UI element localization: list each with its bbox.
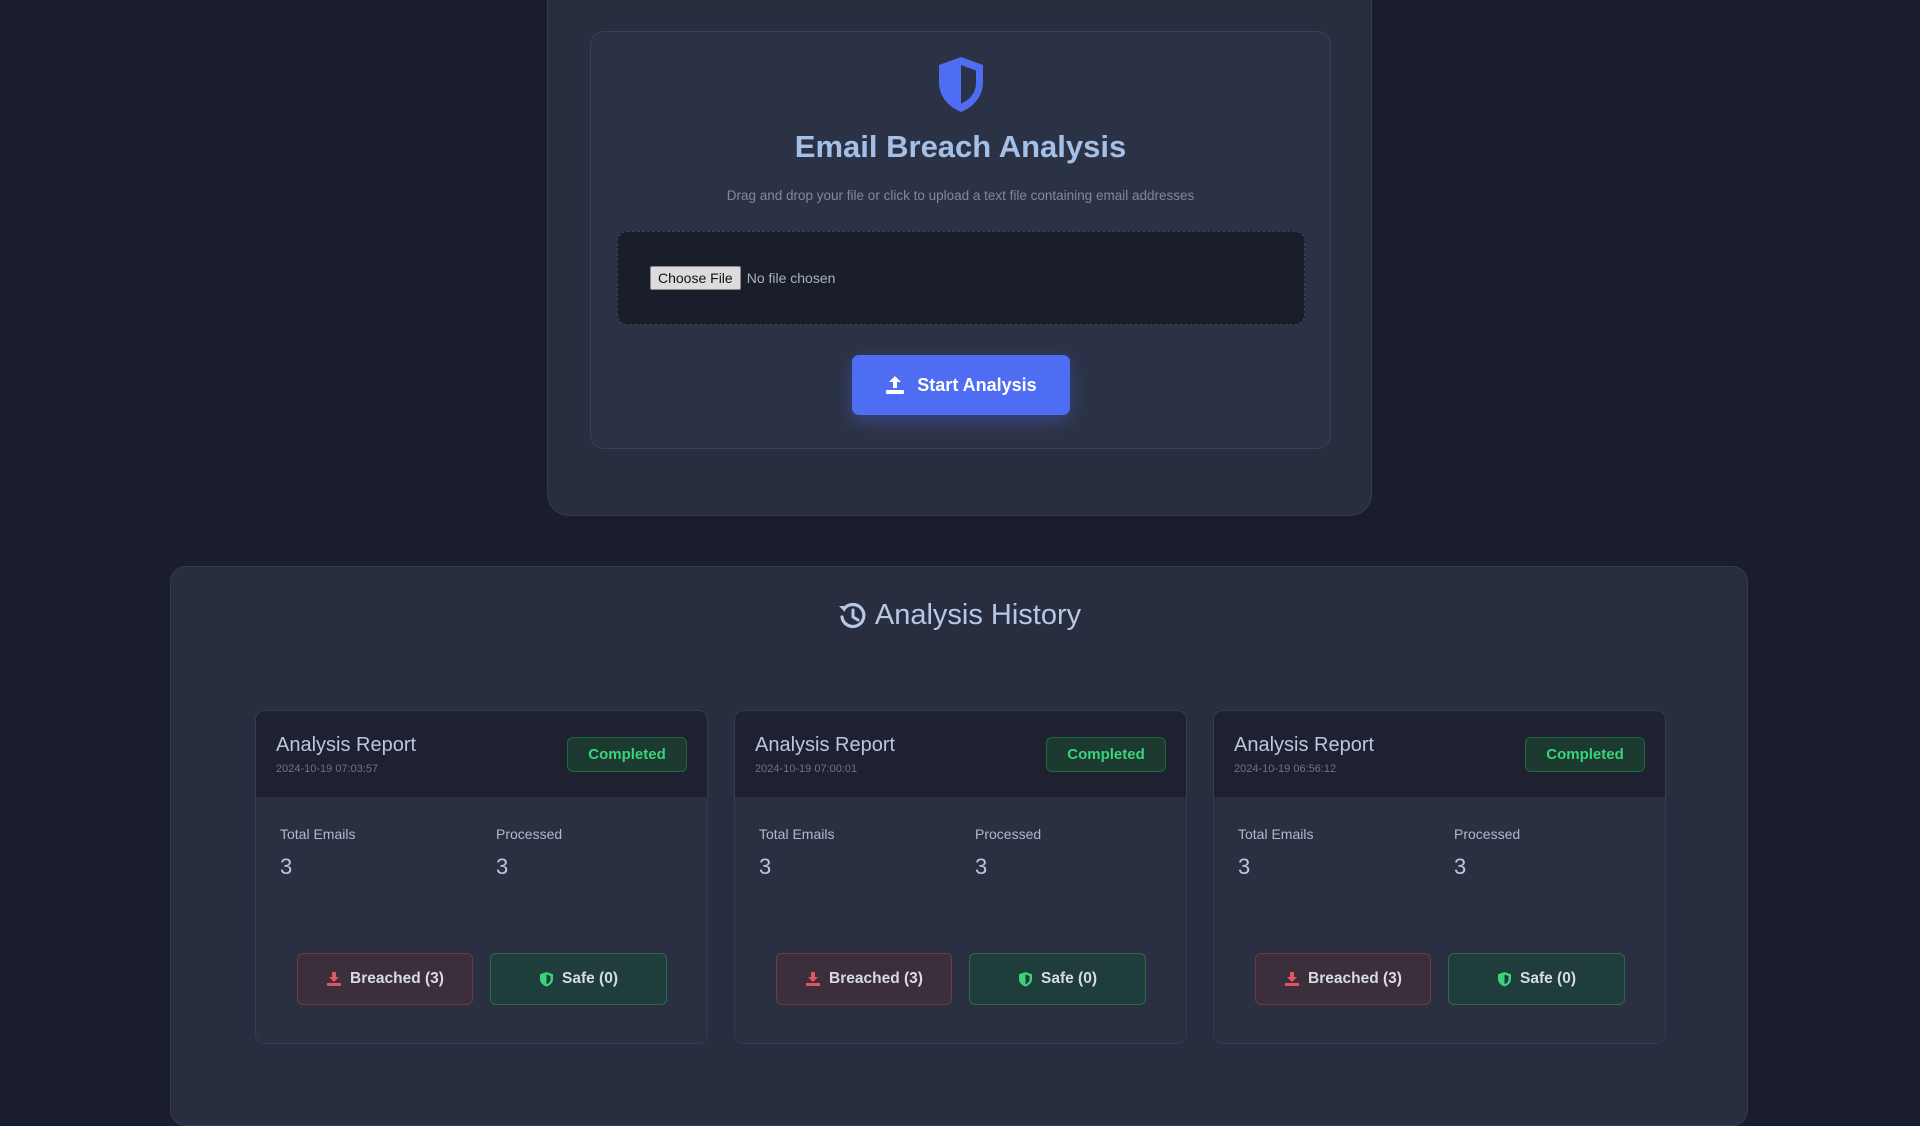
processed-label: Processed (975, 826, 1042, 842)
breached-label: Breached (3) (1308, 970, 1402, 987)
download-icon (806, 972, 821, 986)
shield-icon (938, 57, 983, 112)
breached-download-button[interactable]: Breached (3) (776, 953, 952, 1005)
total-emails-label: Total Emails (280, 826, 356, 842)
breached-download-button[interactable]: Breached (3) (297, 953, 473, 1005)
start-analysis-label: Start Analysis (917, 374, 1037, 395)
history-title: Analysis History (874, 599, 1082, 631)
report-title: Analysis Report (276, 734, 417, 756)
upload-card: Email Breach Analysis Drag and drop your… (590, 31, 1331, 449)
report-header: Analysis Report 2024-10-19 07:03:57 Comp… (256, 711, 707, 797)
processed-label: Processed (496, 826, 563, 842)
report-header: Analysis Report 2024-10-19 07:00:01 Comp… (735, 711, 1186, 797)
status-badge: Completed (1525, 737, 1645, 772)
status-badge: Completed (567, 737, 687, 772)
breached-label: Breached (3) (829, 970, 923, 987)
safe-label: Safe (0) (562, 970, 618, 987)
report-timestamp: 2024-10-19 06:56:12 (1234, 763, 1337, 775)
report-title: Analysis Report (1234, 734, 1375, 756)
processed-value: 3 (1454, 854, 1467, 879)
total-emails-value: 3 (1238, 854, 1251, 879)
upload-panel: Email Breach Analysis Drag and drop your… (547, 0, 1372, 516)
report-card: Analysis Report 2024-10-19 06:56:12 Comp… (1213, 710, 1666, 1044)
report-title: Analysis Report (755, 734, 896, 756)
processed-label: Processed (1454, 826, 1521, 842)
safe-download-button[interactable]: Safe (0) (490, 953, 667, 1005)
history-panel: Analysis History Analysis Report 2024-10… (170, 566, 1748, 1126)
processed-value: 3 (975, 854, 988, 879)
file-dropzone[interactable]: Choose File No file chosen (617, 231, 1305, 325)
safe-download-button[interactable]: Safe (0) (969, 953, 1146, 1005)
breached-label: Breached (3) (350, 970, 444, 987)
total-emails-value: 3 (280, 854, 293, 879)
upload-instructions: Drag and drop your file or click to uplo… (726, 188, 1195, 203)
choose-file-button[interactable]: Choose File (650, 266, 741, 290)
history-heading: Analysis History (171, 599, 1747, 632)
file-status: No file chosen (746, 270, 836, 286)
report-card: Analysis Report 2024-10-19 07:00:01 Comp… (734, 710, 1187, 1044)
safe-label: Safe (0) (1041, 970, 1097, 987)
breached-download-button[interactable]: Breached (3) (1255, 953, 1431, 1005)
download-icon (1285, 972, 1300, 986)
download-icon (327, 972, 342, 986)
total-emails-value: 3 (759, 854, 772, 879)
processed-value: 3 (496, 854, 509, 879)
upload-icon (886, 376, 905, 394)
safe-label: Safe (0) (1520, 970, 1576, 987)
report-card: Analysis Report 2024-10-19 07:03:57 Comp… (255, 710, 708, 1044)
total-emails-label: Total Emails (759, 826, 835, 842)
safe-download-button[interactable]: Safe (0) (1448, 953, 1625, 1005)
shield-icon (540, 972, 553, 987)
history-icon (838, 602, 866, 628)
total-emails-label: Total Emails (1238, 826, 1314, 842)
report-timestamp: 2024-10-19 07:00:01 (755, 763, 858, 775)
status-badge: Completed (1046, 737, 1166, 772)
report-timestamp: 2024-10-19 07:03:57 (276, 763, 379, 775)
page-title: Email Breach Analysis (794, 129, 1127, 164)
shield-icon (1498, 972, 1511, 987)
report-header: Analysis Report 2024-10-19 06:56:12 Comp… (1214, 711, 1665, 797)
shield-icon (1019, 972, 1032, 987)
start-analysis-button[interactable]: Start Analysis (852, 355, 1070, 415)
